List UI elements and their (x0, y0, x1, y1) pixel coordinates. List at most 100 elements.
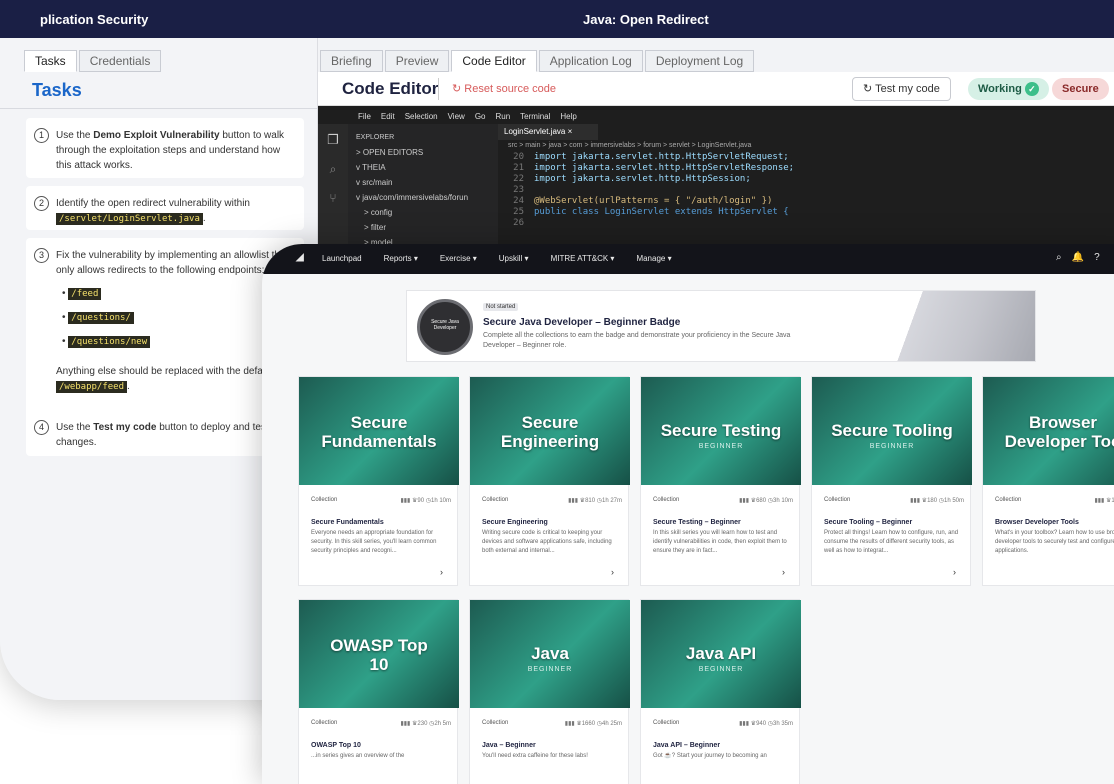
tab-deployment-log[interactable]: Deployment Log (644, 50, 755, 72)
collection-card[interactable]: Java BEGINNER Collection ▮▮▮ ♛1660 ◷4h 25m J… (469, 599, 630, 784)
menu-run[interactable]: Run (495, 112, 510, 121)
ide-editor: File Edit Selection View Go Run Terminal… (318, 106, 1114, 266)
menu-terminal[interactable]: Terminal (520, 112, 550, 121)
step-text: Fix the vulnerability by implementing an… (56, 250, 289, 276)
menu-selection[interactable]: Selection (405, 112, 438, 121)
card-meta: Collection ▮▮▮ ♛230 ◷2h 5m (311, 720, 451, 727)
card-meta: Collection ▮▮▮ ♛940 ◷3h 35m (653, 720, 793, 727)
explorer-item[interactable]: > config (348, 205, 498, 220)
card-points: 1660 (581, 721, 596, 727)
menu-file[interactable]: File (358, 112, 371, 121)
tab-application-log[interactable]: Application Log (538, 50, 643, 72)
card-points: 810 (585, 498, 596, 504)
collection-card[interactable]: Secure Engineering Collection ▮▮▮ ♛810 ◷1h… (469, 376, 630, 586)
collection-card[interactable]: Java API BEGINNER Collection ▮▮▮ ♛940 ◷3h 3… (640, 599, 801, 784)
card-type: Collection (482, 497, 509, 503)
badge-banner[interactable]: Secure Java Developer Not started Secure… (406, 290, 1036, 362)
chevron-right-icon[interactable]: › (440, 567, 443, 577)
divider (0, 108, 318, 109)
card-image: OWASP Top 10 (299, 600, 459, 708)
nav-exercise[interactable]: Exercise ▾ (440, 254, 477, 263)
card-stats: ▮▮▮ ♛680 ◷3h 10m (739, 498, 793, 504)
editor-header: Code Editor ↻ Reset source code ↻ Test m… (318, 72, 1114, 106)
divider (438, 78, 439, 100)
nav-manage[interactable]: Manage ▾ (636, 254, 671, 263)
tab-briefing[interactable]: Briefing (320, 50, 383, 72)
step-note: Anything else should be replaced with th… (56, 364, 294, 395)
file-tab-label: LoginServlet.java (504, 127, 566, 136)
nav-upskill[interactable]: Upskill ▾ (499, 254, 529, 263)
tab-credentials[interactable]: Credentials (78, 50, 162, 72)
step-text: . (202, 213, 206, 224)
catalog-window: ◢ Launchpad Reports ▾ Exercise ▾ Upskill… (262, 244, 1114, 784)
card-meta: Collection ▮▮▮ ♛810 ◷1h 27m (482, 497, 622, 504)
help-icon[interactable]: ? (1094, 252, 1100, 263)
bell-icon[interactable]: 🔔 (1072, 252, 1084, 263)
collection-card[interactable]: OWASP Top 10 Collection ▮▮▮ ♛230 ◷2h 5m OWA… (298, 599, 459, 784)
close-icon[interactable]: × (568, 127, 573, 136)
explorer-item[interactable]: v THEIA (348, 160, 498, 175)
tab-preview[interactable]: Preview (384, 50, 450, 72)
nav-reports[interactable]: Reports ▾ (384, 254, 418, 263)
code-line: 24 @WebServlet(urlPatterns = { "/auth/log… (498, 196, 1114, 207)
app-title: plication Security (40, 12, 149, 27)
card-points: 680 (756, 498, 767, 504)
logo-icon[interactable]: ◢ (296, 252, 304, 263)
explorer-item[interactable]: > OPEN EDITORS (348, 145, 498, 160)
card-type: Collection (995, 497, 1022, 503)
card-title: Java API – Beginner (653, 742, 721, 749)
secure-label: Secure (1062, 83, 1099, 95)
card-image-title: Secure Fundamentals (321, 413, 437, 451)
reset-source-button[interactable]: ↻ Reset source code (452, 82, 556, 95)
code-snippet: /questions/new (68, 336, 151, 348)
source-control-icon[interactable]: ⑂ (318, 191, 348, 205)
card-image-title: Java (531, 644, 569, 663)
nav-launchpad[interactable]: Launchpad (322, 254, 362, 263)
menu-help[interactable]: Help (560, 112, 576, 121)
card-type: Collection (653, 497, 680, 503)
test-my-code-button[interactable]: ↻ Test my code (852, 77, 951, 101)
level-icon: ▮▮▮ (400, 721, 411, 727)
bullet-item: • /questions/new (62, 334, 294, 350)
collection-card[interactable]: Secure Tooling BEGINNER Collection ▮▮▮ ♛180… (811, 376, 972, 586)
secure-badge: Secure (1052, 78, 1109, 100)
card-type: Collection (482, 720, 509, 726)
card-stats: ▮▮▮ ♛810 ◷1h 27m (568, 498, 622, 504)
collection-card[interactable]: Secure Testing BEGINNER Collection ▮▮▮ ♛680… (640, 376, 801, 586)
collection-card[interactable]: Browser Developer Too Collection ▮▮▮ ♛150 … (982, 376, 1114, 586)
breadcrumb: src > main > java > com > immersivelabs … (508, 142, 752, 149)
explorer-item[interactable]: v java/com/immersivelabs/forun (348, 190, 498, 205)
step-number: 1 (34, 128, 49, 143)
menu-go[interactable]: Go (475, 112, 486, 121)
task-step-1: 1 Use the Demo Exploit Vulnerability but… (26, 118, 304, 178)
tab-code-editor[interactable]: Code Editor (451, 50, 537, 72)
search-icon[interactable]: ⌕ (318, 162, 348, 177)
step-text: Anything else should be replaced with th… (56, 366, 269, 377)
bullet-item: • /feed (62, 286, 294, 302)
files-icon[interactable]: ❐ (318, 132, 348, 148)
card-title: Secure Testing – Beginner (653, 519, 741, 526)
menu-view[interactable]: View (448, 112, 465, 121)
chevron-right-icon[interactable]: › (782, 567, 785, 577)
explorer-item[interactable]: > filter (348, 220, 498, 235)
level-icon: ▮▮▮ (564, 721, 575, 727)
line-number: 22 (513, 174, 524, 184)
tab-tasks[interactable]: Tasks (24, 50, 77, 72)
chevron-right-icon[interactable]: › (611, 567, 614, 577)
collection-card[interactable]: Secure Fundamentals Collection ▮▮▮ ♛90 ◷1h… (298, 376, 459, 586)
explorer-item[interactable]: v src/main (348, 175, 498, 190)
menu-edit[interactable]: Edit (381, 112, 395, 121)
code-snippet: /webapp/feed (56, 381, 128, 393)
chevron-right-icon[interactable]: › (953, 567, 956, 577)
line-number: 23 (513, 185, 524, 195)
file-tab[interactable]: LoginServlet.java × (498, 124, 598, 140)
badge-emblem-text: Secure Java Developer (431, 319, 459, 331)
card-type: Collection (824, 497, 851, 503)
nav-mitre[interactable]: MITRE ATT&CK ▾ (551, 254, 615, 263)
search-icon[interactable]: ⌕ (1056, 252, 1062, 263)
step-bold: Demo Exploit Vulnerability (93, 130, 220, 141)
card-title: Browser Developer Tools (995, 519, 1079, 526)
code-text: import jakarta.servlet.http.HttpSession; (534, 174, 751, 184)
step-text: Identify the open redirect vulnerability… (56, 198, 250, 209)
card-description: What's in your toolbox? Learn how to use… (995, 530, 1114, 554)
